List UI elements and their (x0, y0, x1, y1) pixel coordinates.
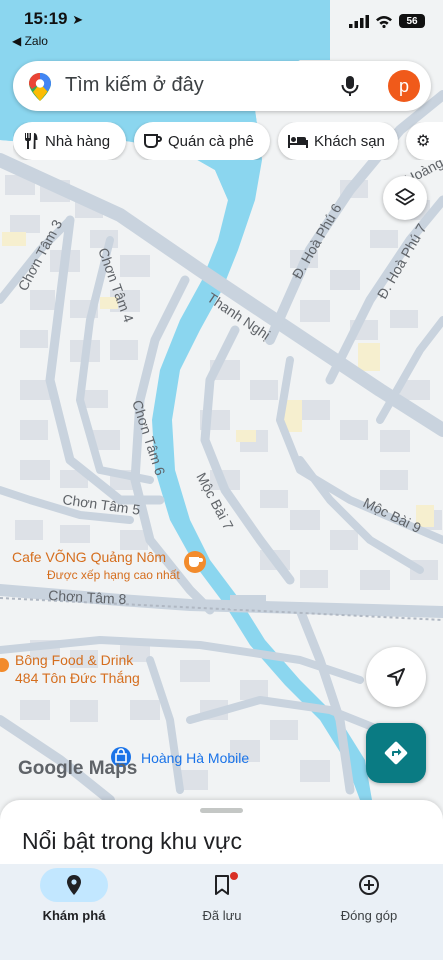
layers-button[interactable] (383, 176, 427, 220)
nav-tab-explore[interactable]: Khám phá (0, 864, 148, 934)
directions-button[interactable] (366, 723, 426, 783)
category-chips: Nhà hàng Quán cà phê Khách sạn ⚙ (13, 122, 443, 160)
nav-label-saved: Đã lưu (202, 908, 242, 923)
nav-label-explore: Khám phá (42, 908, 106, 923)
google-maps-pin-logo-icon (29, 73, 51, 101)
chip-restaurants[interactable]: Nhà hàng (13, 122, 126, 160)
search-input[interactable]: Tìm kiếm ở đây (65, 74, 204, 97)
poi-cafe-subtitle: Được xếp hạng cao nhất (47, 568, 180, 582)
nav-active-pill (40, 868, 108, 902)
cafe-pin-icon[interactable] (184, 551, 206, 573)
attractions-icon: ⚙ (416, 133, 431, 150)
location-arrow-icon: ➤ (72, 12, 84, 27)
search-bar[interactable]: Tìm kiếm ở đây p (13, 61, 431, 111)
hotel-icon (288, 135, 308, 148)
battery-indicator: 56 (399, 14, 425, 28)
status-icons: 56 (349, 14, 425, 28)
coffee-icon (144, 134, 162, 148)
wifi-icon (376, 15, 392, 28)
profile-avatar[interactable]: p (388, 70, 420, 102)
nav-label-contribute: Đóng góp (340, 908, 398, 923)
cellular-signal-icon (349, 14, 369, 28)
add-circle-icon (359, 875, 379, 895)
layers-icon (395, 188, 415, 206)
poi-mobile-name: Hoàng Hà Mobile (141, 750, 249, 766)
nav-pill-saved (188, 868, 256, 902)
poi-food-address: 484 Tôn Đức Thắng (15, 670, 140, 686)
chip-more[interactable]: ⚙ (406, 122, 443, 160)
poi-cafe-name: Cafe VÕNG Quảng Nôm (12, 549, 166, 565)
back-to-app-link[interactable]: ◀ Zalo (12, 34, 48, 48)
navigation-arrow-icon (387, 668, 405, 686)
nav-tab-saved[interactable]: Đã lưu (148, 864, 296, 934)
microphone-icon[interactable] (337, 73, 363, 99)
google-maps-logo: Google Maps (18, 758, 138, 779)
bookmark-icon (215, 875, 229, 895)
bottom-navigation: Khám phá Đã lưu Đóng góp (0, 864, 443, 960)
chip-hotels[interactable]: Khách sạn (278, 122, 398, 160)
my-location-button[interactable] (366, 647, 426, 707)
sheet-drag-handle[interactable] (200, 808, 243, 813)
notification-dot (230, 872, 238, 880)
chip-hotels-label: Khách sạn (314, 132, 385, 150)
poi-food-name: Bông Food & Drink (15, 652, 134, 668)
status-time-text: 15:19 (24, 9, 68, 28)
status-bar: 15:19 ➤ ◀ Zalo 56 (0, 0, 443, 52)
directions-icon (384, 741, 408, 765)
nav-tab-contribute[interactable]: Đóng góp (295, 864, 443, 934)
sheet-title: Nổi bật trong khu vực (22, 828, 242, 854)
status-time: 15:19 ➤ (24, 9, 83, 29)
chip-restaurants-label: Nhà hàng (45, 132, 111, 150)
explore-pin-icon (67, 875, 81, 895)
chip-coffee[interactable]: Quán cà phê (134, 122, 270, 160)
nav-pill-contribute (335, 868, 403, 902)
restaurant-icon (25, 133, 38, 149)
chip-coffee-label: Quán cà phê (168, 132, 254, 150)
